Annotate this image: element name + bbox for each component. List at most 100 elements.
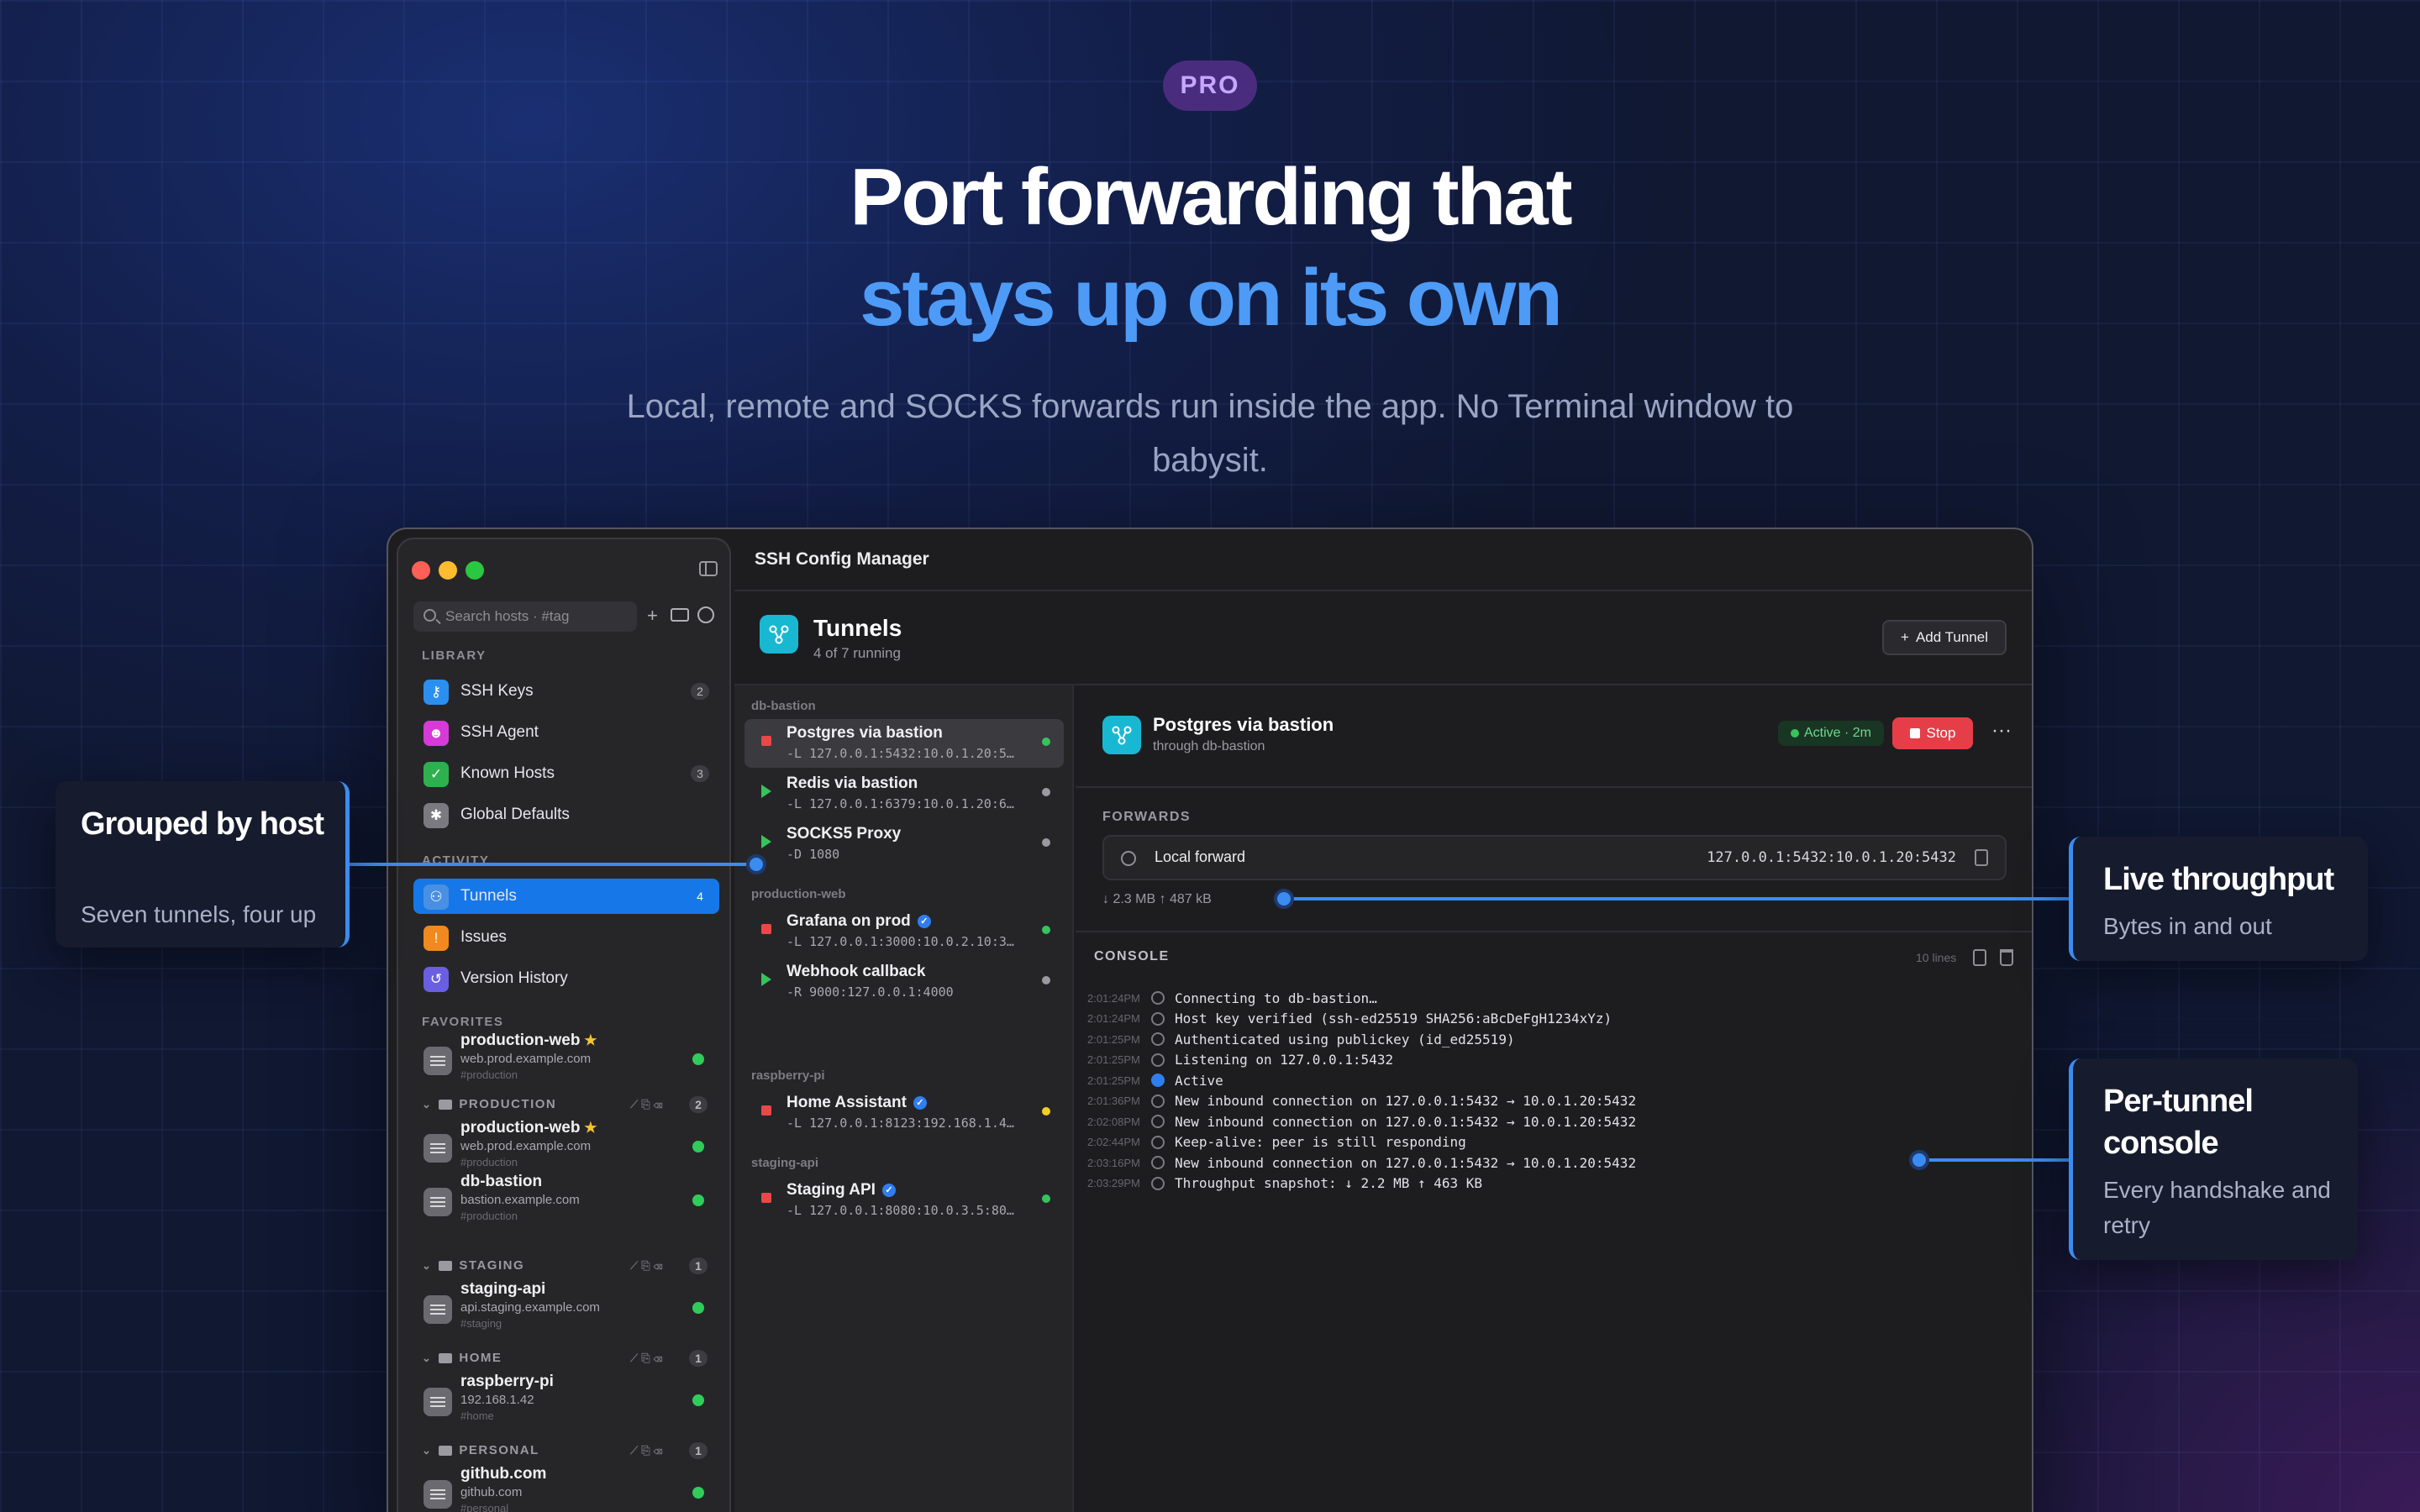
stop-tunnel-icon[interactable] [761,1105,771,1116]
callout-connector [1919,1158,2070,1162]
callout-subtitle: Every handshake and retry [2103,1177,2331,1238]
tunnel-row[interactable]: Postgres via bastion -L 127.0.0.1:5432:10… [744,719,1064,768]
tunnel-row[interactable]: Staging API ✓ -L 127.0.0.1:8080:10.0.3.5:8… [744,1176,1064,1225]
search-icon [424,609,436,622]
close-window-button[interactable] [412,561,430,580]
trash-icon[interactable] [2000,949,2013,966]
sidebar-item-known-hosts[interactable]: ✓ Known Hosts 3 [413,756,719,791]
add-host-icon[interactable]: + [647,605,658,627]
tunnel-detail-icon [1102,716,1141,754]
tunnel-command: -R 9000:127.0.0.1:4000 [786,984,954,1000]
group-header-personal[interactable]: ⌄ PERSONAL ⟋⎘⌫ 1 [422,1441,708,1459]
new-folder-icon[interactable] [671,608,689,622]
host-row[interactable]: db-bastion bastion.example.com #production [413,1171,719,1230]
start-tunnel-icon[interactable] [761,835,771,848]
tunnel-name: SOCKS5 Proxy [786,825,901,843]
sidebar-item-version-history[interactable]: ↺ Version History [413,961,719,996]
sidebar-item-issues[interactable]: ! Issues [413,920,719,955]
stop-tunnel-icon[interactable] [761,736,771,746]
chevron-down-icon: ⌄ [422,1258,433,1272]
sidebar-item-ssh-agent[interactable]: ☻ SSH Agent [413,715,719,750]
stop-button[interactable]: Stop [1892,717,1973,749]
tunnel-group-label: staging-api [751,1156,819,1170]
console-timestamp: 2:01:24PM [1087,1012,1140,1026]
tunnel-command: -L 127.0.0.1:8123:192.168.1.4… [786,1116,1014,1131]
host-tag: #staging [460,1317,502,1330]
search-input[interactable]: Search hosts · #tag [413,601,637,632]
sidebar-item-label: SSH Agent [460,723,539,741]
stop-tunnel-icon[interactable] [761,924,771,934]
start-tunnel-icon[interactable] [761,973,771,986]
tunnels-header-icon [760,615,798,654]
group-actions-icon[interactable]: ⟋⎘⌫ [630,1098,666,1111]
tunnel-status-dot [1042,1194,1050,1203]
group-actions-icon[interactable]: ⟋⎘⌫ [630,1259,666,1273]
callout-anchor-dot [746,854,766,874]
group-actions-icon[interactable]: ⟋⎘⌫ [630,1352,666,1365]
library-section-label: LIBRARY [422,648,487,663]
sidebar-item-global-defaults[interactable]: ✱ Global Defaults [413,797,719,832]
favorites-section-label: FAVORITES [422,1015,504,1029]
app-window: Search hosts · #tag + LIBRARY ⚷ SSH Keys 2… [387,528,2033,1512]
copy-console-icon[interactable] [1973,949,1986,966]
forward-address: 127.0.0.1:5432:10.0.1.20:5432 [1707,849,1956,866]
start-tunnel-icon[interactable] [761,785,771,798]
group-header-staging[interactable]: ⌄ STAGING ⟋⎘⌫ 1 [422,1257,708,1274]
callout-title: Grouped by host [81,806,324,842]
tunnel-row[interactable]: Redis via bastion -L 127.0.0.1:6379:10.0.… [744,769,1064,818]
server-icon [424,1188,452,1216]
console-line: 2:03:29PM Throughput snapshot: ↓ 2.2 MB ↑… [1087,1173,2012,1194]
tunnel-detail: Postgres via bastion through db-bastion … [1076,685,2032,1512]
sidebar-item-tunnels[interactable]: ⚇ Tunnels 4 [413,879,719,914]
minimize-window-button[interactable] [439,561,457,580]
group-header-home[interactable]: ⌄ HOME ⟋⎘⌫ 1 [422,1349,708,1367]
host-row[interactable]: raspberry-pi 192.168.1.42 #home [413,1371,719,1430]
chevron-down-icon: ⌄ [422,1097,433,1110]
folder-icon [439,1260,453,1271]
item-count-badge: 4 [697,890,703,903]
online-status-dot [692,1053,704,1065]
status-badge: Active · 2m [1778,721,1884,746]
online-status-dot [692,1302,704,1314]
event-icon [1151,1135,1165,1149]
host-name-text: db-bastion [460,1173,543,1190]
tunnel-row[interactable]: Webhook callback -R 9000:127.0.0.1:4000 [744,958,1064,1006]
callout-title: Per-tunnel console [2103,1084,2254,1161]
host-row[interactable]: staging-api api.staging.example.com #stagi… [413,1278,719,1337]
console-line: 2:01:36PM New inbound connection on 127.0… [1087,1091,2012,1112]
tunnel-row[interactable]: Grafana on prod ✓ -L 127.0.0.1:3000:10.0.2… [744,907,1064,956]
tunnel-status-dot [1042,838,1050,847]
zoom-window-button[interactable] [466,561,484,580]
host-row[interactable]: production-web ★ web.prod.example.com #pro… [413,1030,719,1089]
sidebar-item-ssh-keys[interactable]: ⚷ SSH Keys 2 [413,674,719,709]
forward-name: Local forward [1155,848,1246,865]
host-row[interactable]: github.com github.com #personal [413,1463,719,1512]
divider [1076,931,2032,932]
tunnel-command: -L 127.0.0.1:8080:10.0.3.5:80… [786,1203,1014,1218]
tunnel-row[interactable]: Home Assistant ✓ -L 127.0.0.1:8123:192.168… [744,1089,1064,1137]
add-tunnel-button[interactable]: + Add Tunnel [1882,620,2007,655]
server-icon [424,1134,452,1163]
chevron-down-icon: ⌄ [422,1443,433,1457]
hero-title-line1: Port forwarding that [850,152,1572,242]
host-tag: #home [460,1410,494,1422]
more-options-icon[interactable]: ··· [1991,719,2012,743]
host-name: production-web ★ [460,1119,597,1137]
host-row[interactable]: production-web ★ web.prod.example.com #pro… [413,1117,719,1176]
copy-icon[interactable] [1975,849,1988,866]
event-icon [1151,1094,1165,1108]
sidebar-toggle-icon[interactable] [699,561,718,576]
group-count-badge: 1 [689,1349,708,1367]
tunnel-row[interactable]: SOCKS5 Proxy -D 1080 [744,820,1064,869]
host-name-text: staging-api [460,1280,546,1298]
verified-icon: ✓ [913,1096,927,1110]
stop-tunnel-icon[interactable] [761,1193,771,1203]
group-actions-icon[interactable]: ⟋⎘⌫ [630,1444,666,1457]
console-timestamp: 2:03:29PM [1087,1177,1140,1190]
sidebar-item-label: Known Hosts [460,764,555,782]
filter-icon[interactable] [697,606,714,623]
group-header-production[interactable]: ⌄ PRODUCTION ⟋⎘⌫ 2 [422,1095,708,1113]
console-text: New inbound connection on 127.0.0.1:5432… [1175,1154,1637,1171]
tunnel-status-dot [1042,788,1050,796]
verified-icon: ✓ [917,915,931,928]
